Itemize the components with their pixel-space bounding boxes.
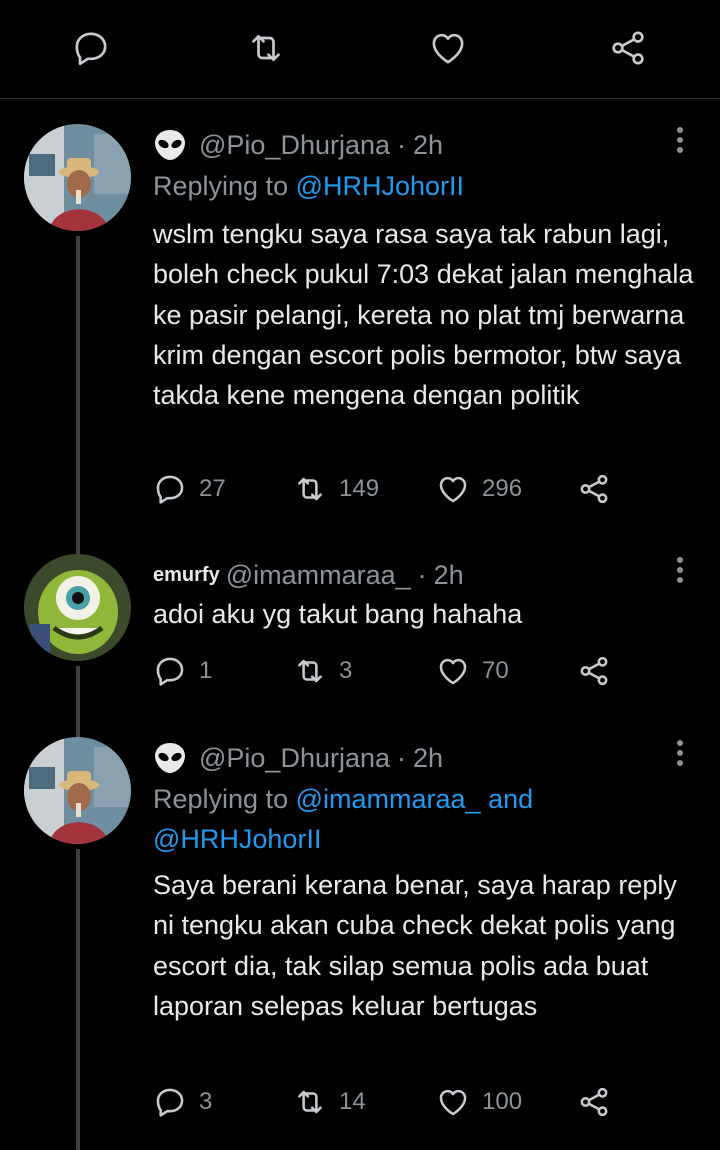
reply-count: 27 [199, 475, 226, 502]
share-icon [580, 656, 608, 686]
tweet[interactable]: emurfy @imammaraa_ · 2h adoi aku yg taku… [0, 554, 720, 726]
replying-prefix: Replying to [153, 784, 289, 814]
timestamp[interactable]: 2h [413, 130, 443, 161]
display-name[interactable]: emurfy [153, 564, 220, 587]
retweet-count: 14 [339, 1088, 366, 1115]
share-button[interactable] [577, 651, 611, 691]
retweet-button[interactable]: 3 [293, 651, 352, 691]
retweet-button[interactable]: 149 [293, 469, 379, 509]
avatar[interactable] [24, 737, 131, 844]
top-action-bar [0, 0, 720, 99]
share-icon [580, 1087, 608, 1117]
tweet[interactable]: @Pio_Dhurjana · 2h Replying to @HRHJohor… [0, 124, 720, 526]
timestamp[interactable]: 2h [413, 743, 443, 774]
share-button[interactable] [577, 1082, 611, 1122]
retweet-icon [298, 477, 322, 501]
thread-line [76, 236, 80, 526]
reply-button[interactable]: 1 [153, 651, 212, 691]
reply-button[interactable]: 3 [153, 1082, 212, 1122]
retweet-icon[interactable] [246, 28, 290, 72]
like-count: 100 [482, 1088, 523, 1115]
like-count: 296 [482, 475, 523, 502]
mention-link[interactable]: @HRHJohorII [153, 824, 321, 854]
tweet-actions: 3 14 100 [153, 1082, 673, 1122]
more-options-icon[interactable] [668, 737, 692, 771]
separator-dot: · [417, 559, 427, 590]
user-handle[interactable]: @imammaraa_ [226, 560, 411, 591]
tweet-actions: 1 3 70 [153, 651, 673, 691]
like-icon[interactable] [428, 28, 472, 72]
like-button[interactable]: 70 [436, 651, 509, 691]
tweet-text: adoi aku yg takut bang hahaha [153, 599, 523, 629]
more-options-icon[interactable] [668, 124, 692, 158]
like-button[interactable]: 296 [436, 469, 522, 509]
tweet-text: Saya berani kerana benar, saya harap rep… [153, 870, 677, 1021]
user-handle[interactable]: @Pio_Dhurjana [199, 743, 390, 774]
retweet-button[interactable]: 14 [293, 1082, 366, 1122]
thread-line [76, 849, 80, 1150]
mention-link[interactable]: @imammaraa_ [296, 784, 481, 814]
reply-count: 3 [199, 1088, 213, 1115]
reply-icon [156, 475, 184, 504]
avatar[interactable] [24, 554, 131, 661]
thread-line [76, 704, 80, 738]
reply-icon [156, 1088, 184, 1117]
retweet-icon [298, 1090, 322, 1114]
like-icon [439, 1089, 467, 1116]
reply-icon [156, 657, 184, 686]
tweet-actions: 27 149 296 [153, 469, 673, 509]
replying-prefix: Replying to [153, 171, 289, 201]
tweet-text: wslm tengku saya rasa saya tak rabun lag… [153, 219, 694, 411]
mention-link[interactable]: @HRHJohorII [296, 171, 464, 201]
separator-dot: · [397, 742, 407, 773]
alien-emoji-icon [153, 129, 187, 161]
replying-joiner: and [488, 784, 534, 814]
share-icon[interactable] [608, 28, 652, 72]
separator-dot: · [397, 129, 407, 160]
user-handle[interactable]: @Pio_Dhurjana [199, 130, 390, 161]
share-button[interactable] [577, 469, 611, 509]
retweet-count: 149 [339, 475, 380, 502]
tweet-header: @Pio_Dhurjana · 2h [153, 741, 443, 775]
timestamp[interactable]: 2h [434, 560, 464, 591]
more-options-icon[interactable] [668, 554, 692, 588]
replying-to: Replying to @HRHJohorII [153, 166, 693, 206]
alien-emoji-icon [153, 742, 187, 774]
retweet-icon [298, 659, 322, 683]
like-icon [439, 658, 467, 685]
reply-button[interactable]: 27 [153, 469, 226, 509]
retweet-count: 3 [339, 657, 353, 684]
tweet[interactable]: @Pio_Dhurjana · 2h Replying to @imammara… [0, 737, 720, 1150]
tweet-header: emurfy @imammaraa_ · 2h [153, 558, 464, 592]
thread-line [76, 514, 80, 554]
reply-count: 1 [199, 657, 213, 684]
like-count: 70 [482, 657, 509, 684]
like-button[interactable]: 100 [436, 1082, 522, 1122]
replying-to: Replying to @imammaraa_ and @HRHJohorII [153, 779, 693, 859]
like-icon [439, 476, 467, 503]
share-icon [580, 474, 608, 504]
avatar[interactable] [24, 124, 131, 231]
tweet-header: @Pio_Dhurjana · 2h [153, 128, 443, 162]
reply-icon[interactable] [71, 28, 115, 72]
